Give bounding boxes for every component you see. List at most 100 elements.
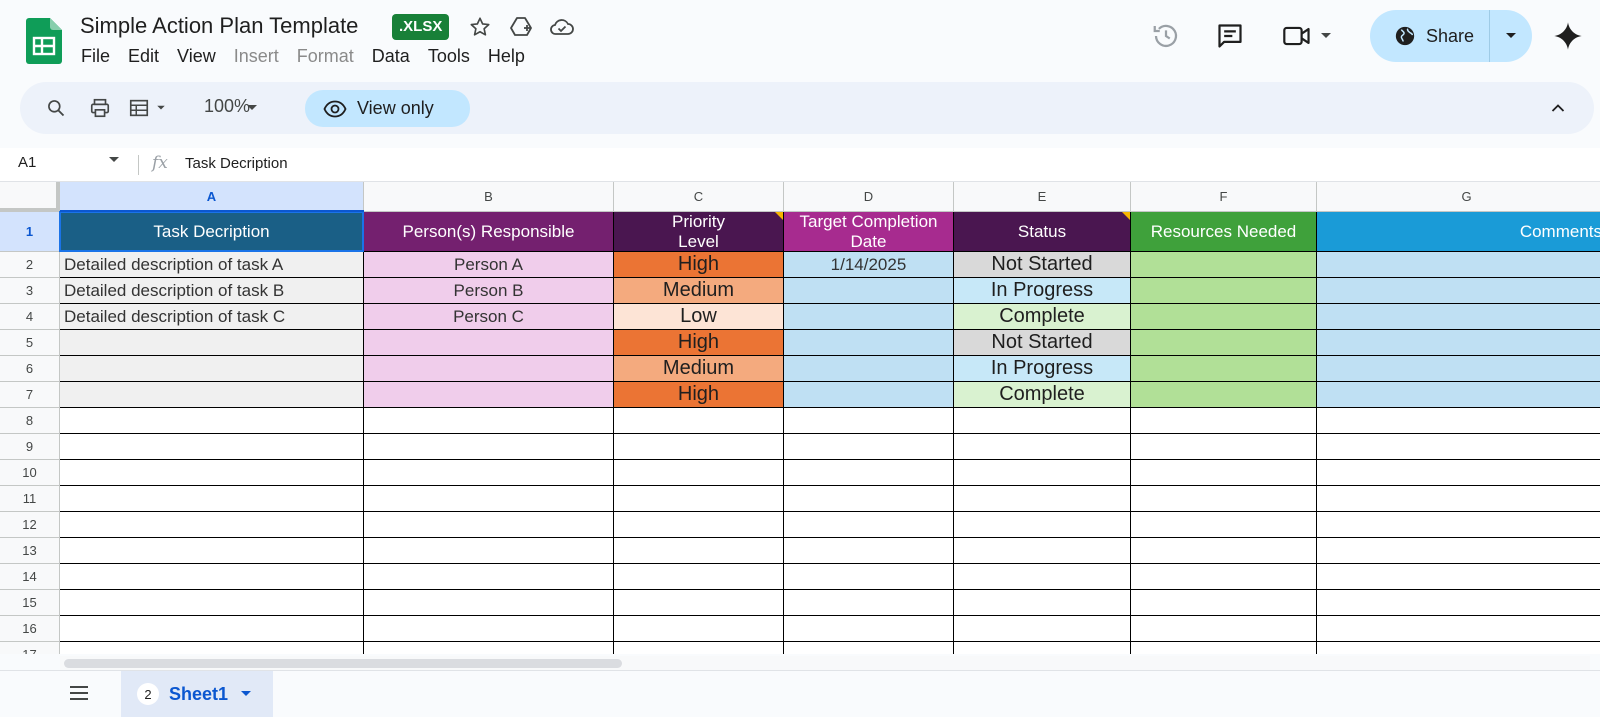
cell-g2[interactable] — [1317, 252, 1600, 278]
share-main[interactable]: Share — [1370, 10, 1490, 62]
cell-d10[interactable] — [784, 460, 954, 486]
row-header-14[interactable]: 14 — [0, 564, 60, 590]
cell-b8[interactable] — [364, 408, 614, 434]
cell-e9[interactable] — [954, 434, 1131, 460]
cell-g13[interactable] — [1317, 538, 1600, 564]
cell-b16[interactable] — [364, 616, 614, 642]
cloud-saved-icon[interactable] — [549, 14, 575, 40]
cell-g5[interactable] — [1317, 330, 1600, 356]
cell-e3[interactable]: In Progress — [954, 278, 1131, 304]
cell-d8[interactable] — [784, 408, 954, 434]
cell-a8[interactable] — [60, 408, 364, 434]
cell-f3[interactable] — [1131, 278, 1317, 304]
cell-c15[interactable] — [614, 590, 784, 616]
cell-b9[interactable] — [364, 434, 614, 460]
cell-a4[interactable]: Detailed description of task C — [60, 304, 364, 330]
cell-f9[interactable] — [1131, 434, 1317, 460]
cell-e17[interactable] — [954, 642, 1131, 654]
cell-d7[interactable] — [784, 382, 954, 408]
cell-g7[interactable] — [1317, 382, 1600, 408]
column-header-g[interactable]: G — [1317, 182, 1600, 212]
cell-g14[interactable] — [1317, 564, 1600, 590]
cell-a11[interactable] — [60, 486, 364, 512]
name-box[interactable]: A1 — [18, 154, 36, 171]
cell-c4[interactable]: Low — [614, 304, 784, 330]
cell-e8[interactable] — [954, 408, 1131, 434]
cell-b5[interactable] — [364, 330, 614, 356]
search-icon[interactable] — [42, 94, 70, 122]
cell-b6[interactable] — [364, 356, 614, 382]
cell-f11[interactable] — [1131, 486, 1317, 512]
menu-view[interactable]: View — [168, 44, 225, 68]
cell-a9[interactable] — [60, 434, 364, 460]
star-icon[interactable] — [467, 14, 493, 40]
header-cell-c[interactable]: Priority Level — [614, 212, 784, 252]
cell-e2[interactable]: Not Started — [954, 252, 1131, 278]
zoom-dropdown-icon[interactable] — [244, 94, 260, 122]
cell-d3[interactable] — [784, 278, 954, 304]
cell-d12[interactable] — [784, 512, 954, 538]
cell-a16[interactable] — [60, 616, 364, 642]
cell-a2[interactable]: Detailed description of task A — [60, 252, 364, 278]
cell-c3[interactable]: Medium — [614, 278, 784, 304]
header-cell-d[interactable]: Target Completion Date — [784, 212, 954, 252]
cell-g3[interactable] — [1317, 278, 1600, 304]
cell-f15[interactable] — [1131, 590, 1317, 616]
row-header-1[interactable]: 1 — [0, 212, 60, 252]
row-header-10[interactable]: 10 — [0, 460, 60, 486]
cell-f6[interactable] — [1131, 356, 1317, 382]
cell-c12[interactable] — [614, 512, 784, 538]
cell-b4[interactable]: Person C — [364, 304, 614, 330]
header-cell-e[interactable]: Status — [954, 212, 1131, 252]
cell-note-indicator[interactable] — [775, 212, 783, 220]
cell-c2[interactable]: High — [614, 252, 784, 278]
row-header-17[interactable]: 17 — [0, 642, 60, 654]
cell-g4[interactable] — [1317, 304, 1600, 330]
row-header-7[interactable]: 7 — [0, 382, 60, 408]
cell-a3[interactable]: Detailed description of task B — [60, 278, 364, 304]
cell-e14[interactable] — [954, 564, 1131, 590]
row-header-8[interactable]: 8 — [0, 408, 60, 434]
cell-a5[interactable] — [60, 330, 364, 356]
formula-input[interactable]: Task Decription — [185, 155, 288, 172]
cell-d15[interactable] — [784, 590, 954, 616]
cell-b11[interactable] — [364, 486, 614, 512]
view-only-button[interactable]: View only — [305, 90, 470, 127]
cell-f12[interactable] — [1131, 512, 1317, 538]
row-header-9[interactable]: 9 — [0, 434, 60, 460]
cell-g11[interactable] — [1317, 486, 1600, 512]
all-sheets-menu-icon[interactable] — [68, 683, 90, 703]
cell-g9[interactable] — [1317, 434, 1600, 460]
cell-d9[interactable] — [784, 434, 954, 460]
column-header-b[interactable]: B — [364, 182, 614, 212]
cell-d6[interactable] — [784, 356, 954, 382]
cell-a10[interactable] — [60, 460, 364, 486]
cell-d4[interactable] — [784, 304, 954, 330]
cell-c17[interactable] — [614, 642, 784, 654]
spreadsheet-grid[interactable]: ABCDEFG1234567891011121314151617Task Dec… — [0, 182, 1600, 654]
cell-e12[interactable] — [954, 512, 1131, 538]
cell-d5[interactable] — [784, 330, 954, 356]
cell-g15[interactable] — [1317, 590, 1600, 616]
cell-g17[interactable] — [1317, 642, 1600, 654]
menu-file[interactable]: File — [72, 44, 119, 68]
cell-a6[interactable] — [60, 356, 364, 382]
row-header-6[interactable]: 6 — [0, 356, 60, 382]
cell-b17[interactable] — [364, 642, 614, 654]
menu-data[interactable]: Data — [363, 44, 419, 68]
cell-c5[interactable]: High — [614, 330, 784, 356]
sheet-tab-sheet1[interactable]: 2 Sheet1 — [121, 671, 273, 717]
cell-a12[interactable] — [60, 512, 364, 538]
cell-b10[interactable] — [364, 460, 614, 486]
cell-f16[interactable] — [1131, 616, 1317, 642]
cell-c9[interactable] — [614, 434, 784, 460]
cell-c7[interactable]: High — [614, 382, 784, 408]
comments-icon[interactable] — [1212, 18, 1248, 54]
cell-e16[interactable] — [954, 616, 1131, 642]
cell-g12[interactable] — [1317, 512, 1600, 538]
meet-dropdown-icon[interactable] — [1320, 32, 1332, 40]
cell-d13[interactable] — [784, 538, 954, 564]
share-button[interactable]: Share — [1370, 10, 1532, 62]
cell-e5[interactable]: Not Started — [954, 330, 1131, 356]
collapse-toolbar-icon[interactable] — [1546, 94, 1570, 122]
